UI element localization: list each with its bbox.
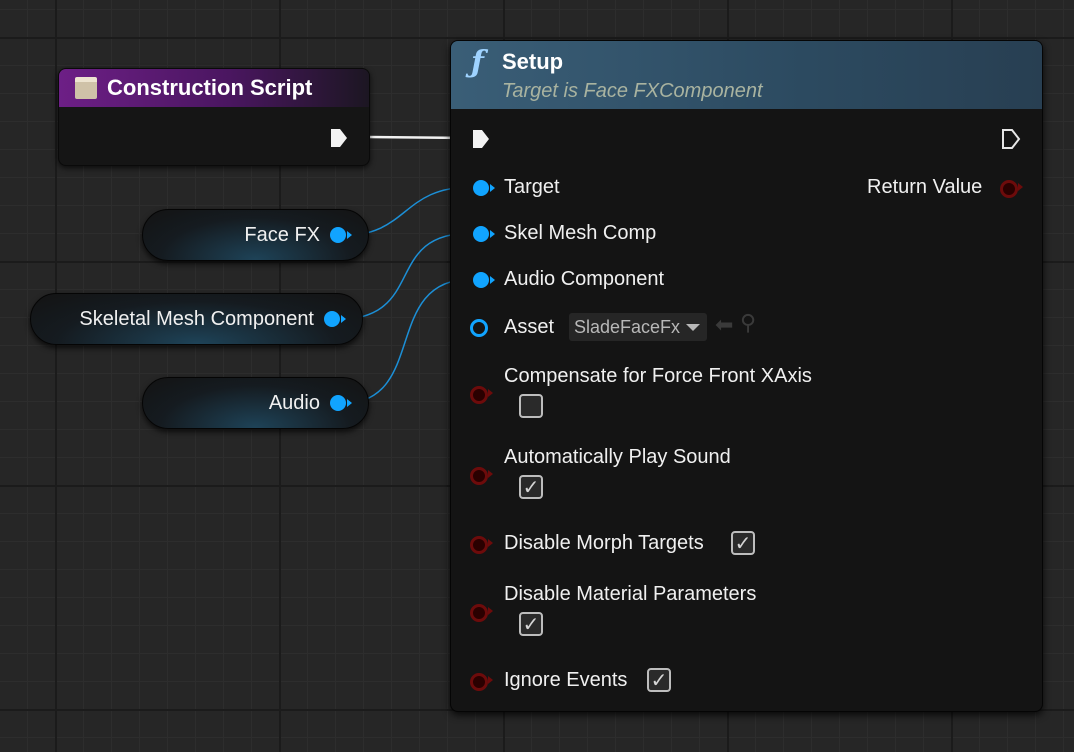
- target-label: Target: [504, 176, 560, 198]
- setup-node-subtitle: Target is Face FXComponent: [502, 80, 763, 102]
- output-pin[interactable]: [330, 227, 352, 243]
- asset-value: SladeFaceFx: [574, 316, 681, 337]
- auto-play-label: Automatically Play Sound: [504, 446, 731, 468]
- auto-play-checkbox[interactable]: ✓: [519, 475, 543, 499]
- return-value-output-pin[interactable]: [1000, 180, 1018, 198]
- ignore-events-label: Ignore Events: [504, 669, 628, 691]
- disable-material-input-pin[interactable]: [470, 604, 488, 622]
- exec-output-pin[interactable]: [329, 128, 349, 148]
- audio-component-label: Audio Component: [504, 268, 665, 290]
- disable-morph-input-pin[interactable]: [470, 536, 488, 554]
- auto-play-pin-arrow: [488, 470, 493, 478]
- variable-node-skeletal-mesh-component[interactable]: Skeletal Mesh Component: [30, 293, 363, 345]
- variable-node-audio[interactable]: Audio: [142, 377, 369, 429]
- skel-mesh-comp-label: Skel Mesh Comp: [504, 222, 657, 244]
- construction-script-title: Construction Script: [107, 75, 313, 100]
- auto-play-input-pin[interactable]: [470, 467, 488, 485]
- compensate-input-pin[interactable]: [470, 386, 488, 404]
- compensate-checkbox[interactable]: [519, 394, 543, 418]
- arrow-left-icon[interactable]: ⬅: [715, 313, 733, 338]
- construction-script-node[interactable]: Construction Script: [58, 68, 370, 166]
- exec-input-pin[interactable]: [471, 129, 491, 149]
- target-input-pin[interactable]: [473, 180, 495, 196]
- ignore-events-checkbox[interactable]: ✓: [647, 668, 671, 692]
- setup-function-node[interactable]: ƒ Setup Target is Face FXComponent Targe…: [450, 40, 1043, 712]
- magnifier-icon[interactable]: ⚲: [740, 311, 756, 336]
- setup-node-header[interactable]: ƒ Setup Target is Face FXComponent: [451, 41, 1042, 109]
- variable-label: Skeletal Mesh Component: [79, 307, 314, 330]
- ignore-events-input-pin[interactable]: [470, 673, 488, 691]
- disable-morph-checkbox[interactable]: ✓: [731, 531, 755, 555]
- disable-material-checkbox[interactable]: ✓: [519, 612, 543, 636]
- chevron-down-icon: [686, 323, 701, 331]
- checkmark-icon: ✓: [650, 668, 668, 692]
- skel-mesh-comp-input-pin[interactable]: [473, 226, 495, 242]
- disable-morph-pin-arrow: [488, 539, 493, 547]
- disable-morph-label: Disable Morph Targets: [504, 532, 704, 554]
- exec-output-pin[interactable]: [1001, 129, 1021, 149]
- construction-script-header[interactable]: Construction Script: [59, 69, 369, 107]
- output-pin[interactable]: [330, 395, 352, 411]
- function-icon: ƒ: [471, 45, 484, 80]
- output-pin[interactable]: [324, 311, 346, 327]
- construction-script-icon: [75, 77, 97, 99]
- asset-input-pin[interactable]: [470, 319, 488, 337]
- audio-component-input-pin[interactable]: [473, 272, 495, 288]
- compensate-label: Compensate for Force Front XAxis: [504, 365, 812, 387]
- disable-material-pin-arrow: [488, 607, 493, 615]
- compensate-pin-arrow: [488, 389, 493, 397]
- variable-label: Audio: [268, 391, 320, 414]
- asset-picker-dropdown[interactable]: SladeFaceFx: [569, 313, 707, 341]
- ignore-events-pin-arrow: [488, 676, 493, 684]
- asset-label: Asset: [504, 316, 555, 338]
- checkmark-icon: ✓: [734, 531, 752, 555]
- return-value-pin-arrow: [1018, 183, 1023, 191]
- setup-node-title: Setup: [502, 49, 564, 74]
- checkmark-icon: ✓: [522, 612, 540, 636]
- variable-node-face-fx[interactable]: Face FX: [142, 209, 369, 261]
- return-value-label: Return Value: [867, 176, 983, 198]
- checkmark-icon: ✓: [522, 475, 540, 499]
- variable-label: Face FX: [244, 223, 320, 246]
- disable-material-label: Disable Material Parameters: [504, 583, 757, 605]
